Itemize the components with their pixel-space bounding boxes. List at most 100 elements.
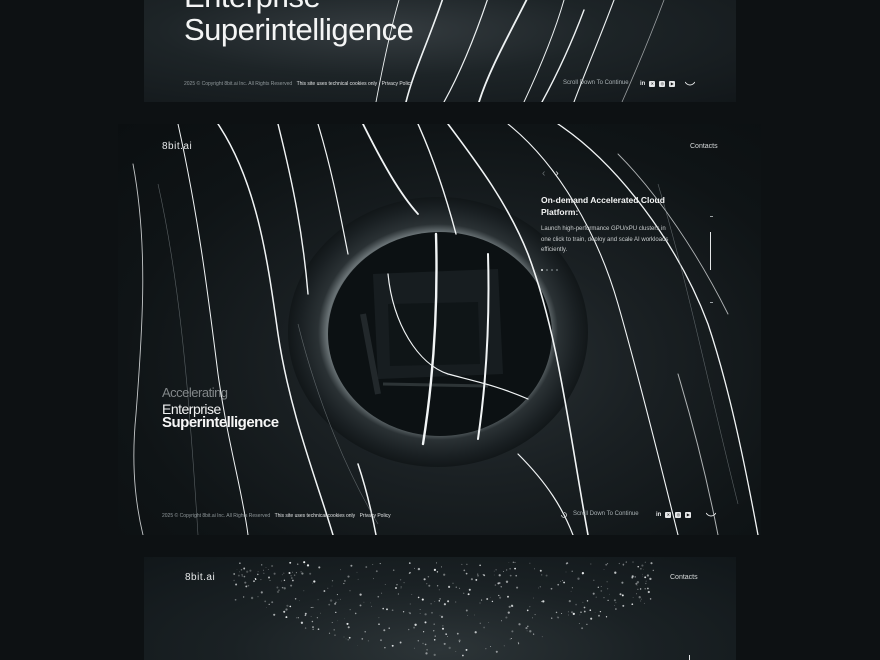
- particle: [498, 581, 501, 585]
- particle: [349, 609, 351, 611]
- slider-dot[interactable]: [546, 269, 548, 271]
- copyright-text: 2025 © Copyright 8bit.ai Inc. All Rights…: [162, 513, 271, 519]
- particle: [508, 562, 510, 564]
- particle: [378, 623, 380, 625]
- particle: [422, 642, 424, 645]
- particle: [433, 630, 435, 632]
- scroll-down-label[interactable]: Scroll Down To Continue: [573, 511, 639, 517]
- particle: [448, 646, 451, 650]
- privacy-policy-link[interactable]: Privacy Policy: [360, 513, 391, 519]
- particle: [499, 596, 502, 599]
- particle: [354, 612, 357, 615]
- particle: [634, 576, 636, 578]
- particle: [649, 577, 652, 581]
- particle: [433, 623, 435, 625]
- scroll-down-label[interactable]: Scroll Down To Continue: [563, 80, 629, 86]
- chevron-down-icon[interactable]: [685, 81, 695, 87]
- particle: [644, 561, 646, 563]
- x-icon[interactable]: ✕: [649, 81, 656, 87]
- arrow-left-icon[interactable]: ‹: [542, 168, 545, 179]
- particle: [647, 590, 650, 594]
- particle: [317, 628, 320, 631]
- cookies-link[interactable]: This site uses technical cookies only: [275, 513, 356, 519]
- youtube-icon[interactable]: ▶: [685, 512, 692, 518]
- particle: [408, 572, 410, 575]
- particle: [462, 654, 464, 657]
- particle: [503, 645, 505, 647]
- particle: [561, 613, 563, 614]
- particle: [571, 570, 573, 572]
- contacts-link[interactable]: Contacts: [690, 143, 718, 150]
- particle: [590, 563, 592, 565]
- arrow-right-icon[interactable]: ›: [555, 168, 558, 179]
- particle: [233, 573, 236, 575]
- particle: [417, 596, 420, 599]
- particle: [498, 594, 500, 597]
- particle: [577, 577, 580, 580]
- particle: [568, 600, 571, 603]
- particle: [593, 579, 595, 581]
- particle: [271, 601, 274, 604]
- particle: [343, 636, 345, 638]
- particle: [240, 569, 243, 571]
- chevron-down-icon[interactable]: [706, 512, 716, 518]
- particle: [529, 606, 531, 608]
- particle: [386, 608, 388, 611]
- particle: [286, 604, 289, 607]
- particle: [278, 589, 280, 591]
- particle: [516, 586, 519, 589]
- particle: [647, 587, 649, 590]
- linkedin-icon[interactable]: in: [656, 512, 661, 518]
- particle: [551, 617, 553, 619]
- linkedin-icon[interactable]: in: [640, 81, 645, 87]
- particle: [333, 629, 335, 631]
- particle: [233, 579, 235, 582]
- copyright-text: 2025 © Copyright 8bit.ai Inc. All Rights…: [184, 81, 293, 87]
- slider-dot[interactable]: [551, 269, 553, 271]
- particle: [347, 575, 350, 578]
- particle: [621, 594, 624, 597]
- particle: [408, 562, 411, 564]
- instagram-icon[interactable]: ◎: [675, 512, 682, 518]
- particle: [246, 570, 249, 573]
- contacts-link[interactable]: Contacts: [670, 574, 698, 581]
- particle: [388, 627, 390, 629]
- slider-dot[interactable]: [541, 269, 543, 271]
- slider-dot[interactable]: [556, 269, 558, 271]
- cookies-link[interactable]: This site uses technical cookies only: [297, 81, 378, 87]
- particle: [310, 616, 312, 617]
- particle: [323, 590, 326, 592]
- particle: [507, 595, 509, 598]
- particle: [603, 569, 605, 570]
- particle: [247, 584, 250, 587]
- feature-card-body: Launch high-performance GPU/xPU clusters…: [541, 226, 669, 253]
- particle: [493, 570, 495, 572]
- particle: [419, 613, 421, 615]
- logo[interactable]: 8bit.ai: [162, 141, 192, 152]
- particle: [550, 587, 553, 590]
- particle: [357, 645, 359, 646]
- particle: [304, 627, 307, 629]
- particle: [592, 592, 595, 595]
- particle: [639, 588, 642, 590]
- particle: [571, 587, 573, 589]
- youtube-icon[interactable]: ▶: [669, 81, 676, 87]
- particle: [575, 603, 577, 606]
- particle: [304, 564, 306, 565]
- particle: [560, 581, 561, 582]
- particle: [289, 605, 292, 608]
- particle: [425, 652, 428, 655]
- privacy-policy-link[interactable]: Privacy Policy: [382, 81, 413, 87]
- particle: [239, 562, 241, 564]
- particle: [539, 569, 542, 572]
- particle: [448, 585, 451, 588]
- particle: [606, 581, 608, 583]
- particle: [424, 613, 427, 616]
- particle: [348, 636, 351, 639]
- particle: [641, 564, 644, 567]
- instagram-icon[interactable]: ◎: [659, 81, 666, 87]
- particle: [396, 584, 398, 586]
- x-icon[interactable]: ✕: [665, 512, 672, 518]
- particle: [254, 577, 257, 580]
- logo[interactable]: 8bit.ai: [185, 572, 215, 583]
